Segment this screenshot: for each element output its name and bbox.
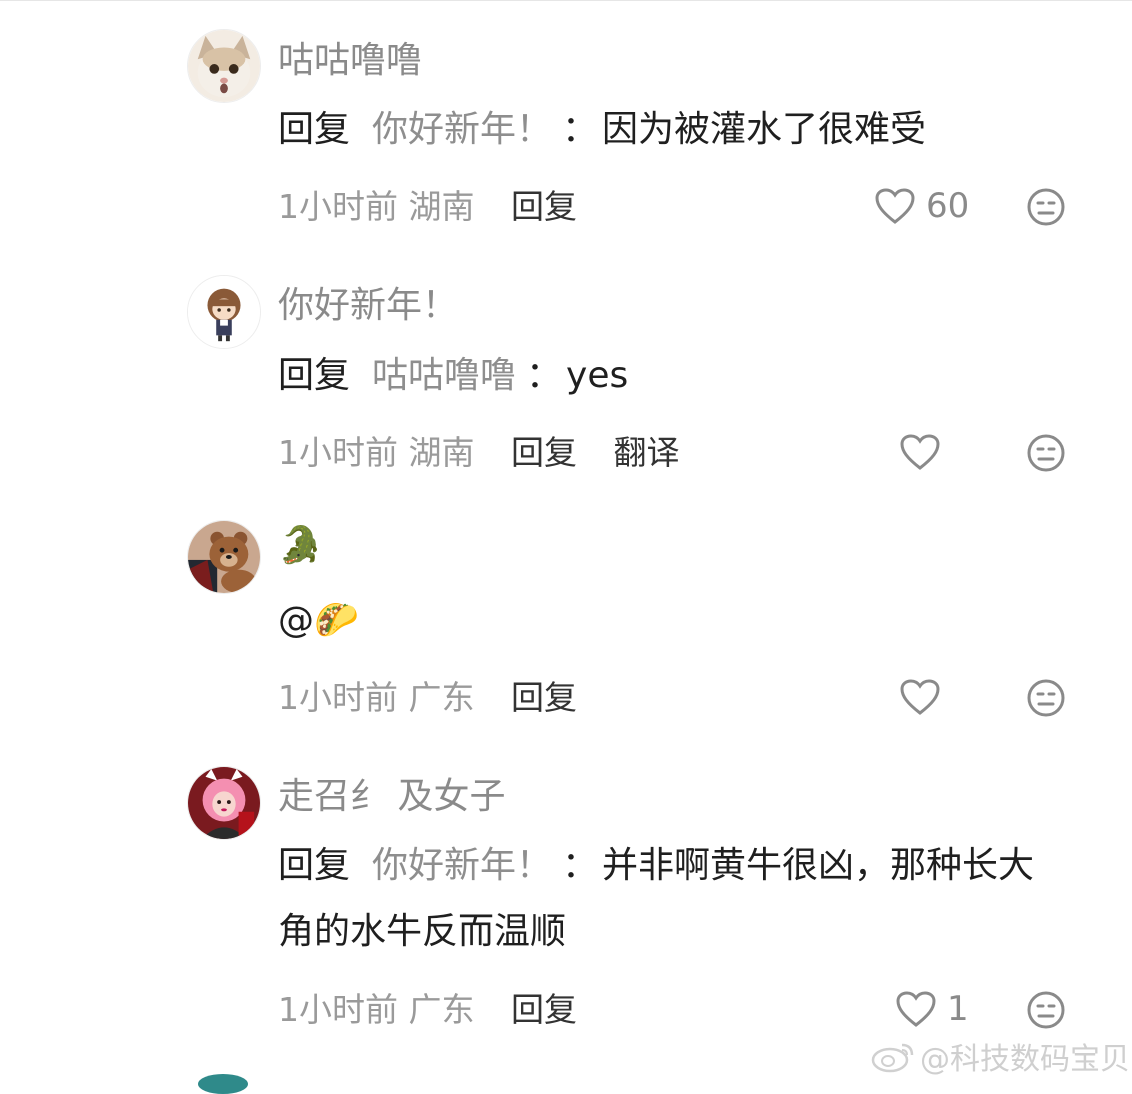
like-count: 60: [926, 186, 970, 226]
comment-time: 1小时前: [278, 990, 398, 1029]
top-divider: [0, 0, 1132, 1]
neutral-face-icon: [1027, 188, 1065, 226]
comment-location: 广东: [408, 990, 475, 1029]
comment-time: 1小时前: [278, 187, 398, 226]
dislike-button[interactable]: [1026, 678, 1066, 718]
comment-body: 回复 你好新年！：并非啊黄牛很凶，那种长大角的水牛反而温顺: [278, 833, 1068, 965]
comment-username[interactable]: 🐊: [278, 528, 323, 564]
neutral-face-icon: [1027, 679, 1065, 717]
reply-separator: ：: [562, 109, 599, 150]
comment-username[interactable]: 走召纟 及女子: [278, 779, 505, 815]
comment-time: 1小时前: [278, 678, 398, 717]
neutral-face-icon: [1027, 991, 1065, 1029]
dislike-button[interactable]: [1026, 187, 1066, 227]
reply-separator: ：: [526, 355, 563, 396]
comment-meta: 1小时前 广东 回复: [278, 993, 577, 1026]
neutral-face-icon: [1027, 434, 1065, 472]
comment-username[interactable]: 咕咕噜噜: [278, 43, 422, 79]
watermark-text: @科技数码宝贝: [920, 1042, 1130, 1077]
heart-outline-icon: [896, 991, 936, 1027]
comment-meta: 1小时前 湖南 回复: [278, 190, 577, 223]
cat-avatar[interactable]: [187, 29, 261, 103]
heart-outline-icon: [900, 434, 940, 470]
comment-body: 回复 你好新年！：因为被灌水了很难受: [278, 97, 1078, 163]
reply-target-user[interactable]: 咕咕噜噜: [372, 355, 516, 396]
comment-location: 湖南: [408, 187, 475, 226]
dislike-button[interactable]: [1026, 990, 1066, 1030]
reply-button[interactable]: 回复: [511, 678, 577, 717]
heart-outline-icon: [875, 188, 915, 224]
comment-meta: 1小时前 湖南 回复 翻译: [278, 436, 680, 469]
bear-avatar[interactable]: [187, 520, 261, 594]
reply-keyword: 回复: [278, 845, 351, 886]
watermark: @科技数码宝贝: [870, 1034, 1130, 1078]
comment-time: 1小时前: [278, 433, 398, 472]
reply-button[interactable]: 回复: [511, 187, 577, 226]
comment-body: 回复 咕咕噜噜： yes: [278, 343, 1078, 409]
comment-meta: 1小时前 广东 回复: [278, 681, 577, 714]
reply-button[interactable]: 回复: [511, 433, 577, 472]
reply-button[interactable]: 回复: [511, 990, 577, 1029]
reply-keyword: 回复: [278, 355, 351, 396]
comment-body: @🌮: [278, 588, 1078, 654]
next-avatar-partial: [198, 1074, 248, 1094]
like-button[interactable]: 1: [895, 990, 969, 1028]
comment-text: yes: [566, 355, 629, 396]
pink-hair-avatar[interactable]: [187, 766, 261, 840]
comment-location: 广东: [408, 678, 475, 717]
anime-girl-avatar[interactable]: [187, 275, 261, 349]
like-count: 1: [947, 989, 969, 1029]
reply-keyword: 回复: [278, 109, 351, 150]
weibo-logo-icon: [871, 1043, 914, 1073]
like-button[interactable]: 60: [874, 187, 969, 225]
dislike-button[interactable]: [1026, 433, 1066, 473]
heart-outline-icon: [900, 679, 940, 715]
reply-separator: ：: [562, 845, 599, 886]
reply-target-user[interactable]: 你好新年！: [372, 109, 552, 150]
comment-location: 湖南: [408, 433, 475, 472]
like-button[interactable]: [899, 433, 951, 471]
comment-text: 因为被灌水了很难受: [602, 109, 927, 150]
mention-link[interactable]: @🌮: [278, 600, 359, 641]
translate-button[interactable]: 翻译: [614, 433, 680, 472]
reply-target-user[interactable]: 你好新年！: [372, 845, 552, 886]
comment-username[interactable]: 你好新年！: [278, 288, 458, 324]
like-button[interactable]: [899, 678, 951, 716]
